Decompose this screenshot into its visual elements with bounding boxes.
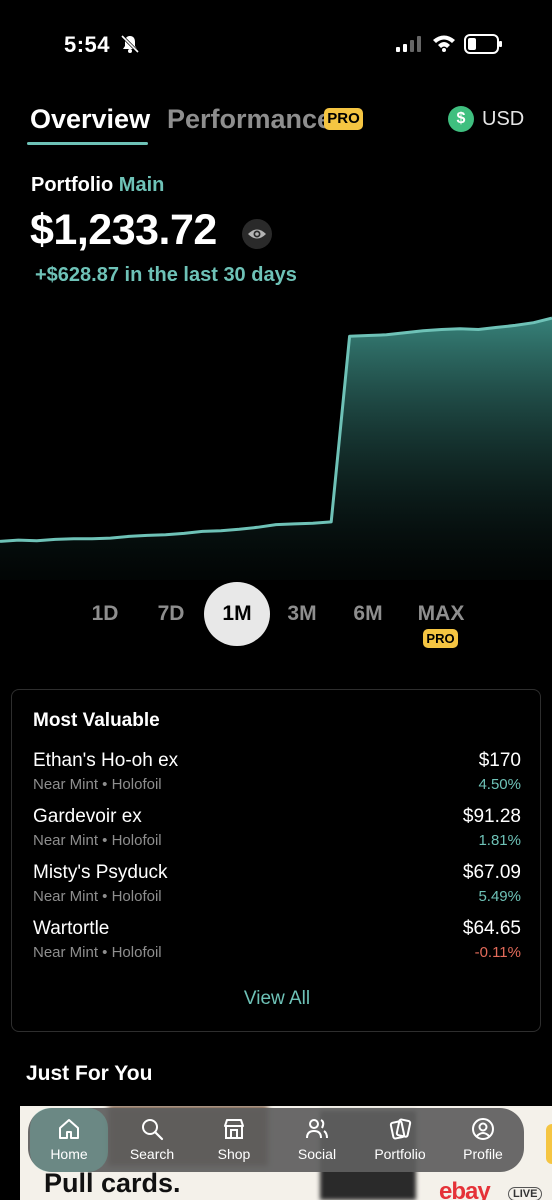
nav-home-label: Home [50,1146,88,1162]
bell-slash-icon [120,34,140,54]
portfolio-label: Portfolio [31,174,114,196]
pro-badge-max: PRO [423,629,458,648]
chart-area [0,318,552,580]
card-condition: Near Mint • Holofoil [33,888,162,905]
view-all-link[interactable]: View All [12,988,542,1010]
nav-shop-label: Shop [217,1146,251,1162]
portfolio-change: +$628.87 in the last 30 days [35,264,297,286]
nav-social[interactable]: Social [278,1108,356,1172]
list-item[interactable]: Wartortle Near Mint • Holofoil $64.65 -0… [12,918,542,972]
card-price: $170 [478,750,521,771]
portfolio-value: $1,233.72 [30,206,217,254]
card-condition: Near Mint • Holofoil [33,944,162,961]
card-name: Ethan's Ho-oh ex [33,750,179,771]
range-1m-button[interactable]: 1M [204,582,270,646]
list-item[interactable]: Gardevoir ex Near Mint • Holofoil $91.28… [12,806,542,860]
currency-selector[interactable]: USD [482,108,524,131]
nav-profile-label: Profile [463,1146,503,1162]
card-change: 5.49% [478,888,521,905]
card-name: Misty's Psyduck [33,862,168,883]
nav-social-label: Social [297,1146,337,1162]
nav-shop[interactable]: Shop [195,1108,273,1172]
hide-value-button[interactable] [242,219,272,249]
live-badge: LIVE [508,1187,543,1200]
portfolio-name: Main [118,174,165,196]
range-7d-button[interactable]: 7D [150,582,192,646]
nav-profile[interactable]: Profile [444,1108,522,1172]
promo-text: Pull cards. [44,1168,181,1198]
list-item[interactable]: Misty's Psyduck Near Mint • Holofoil $67… [12,862,542,916]
nav-search-label: Search [129,1146,175,1162]
range-6m-button[interactable]: 6M [346,582,390,646]
most-valuable-card: Most Valuable Ethan's Ho-oh ex Near Mint… [11,689,541,1032]
portfolio-selector[interactable]: Portfolio Main [31,174,164,197]
pro-badge: PRO [324,108,363,130]
list-item[interactable]: Ethan's Ho-oh ex Near Mint • Holofoil $1… [12,750,542,804]
battery-icon [464,34,502,54]
profile-icon [472,1118,494,1140]
card-change: -0.11% [474,944,521,961]
search-icon [142,1119,164,1141]
nav-search[interactable]: Search [113,1108,191,1172]
card-name: Wartortle [33,918,110,939]
nav-portfolio[interactable]: Portfolio [361,1108,439,1172]
most-valuable-title: Most Valuable [33,710,160,731]
dollar-icon[interactable]: $ [448,106,474,132]
range-1d-button[interactable]: 1D [84,582,126,646]
range-3m-button[interactable]: 3M [280,582,324,646]
just-for-you-title: Just For You [26,1062,153,1085]
status-time: 5:54 [64,32,111,57]
store-icon [224,1119,244,1139]
card-price: $91.28 [462,806,521,827]
wifi-icon [433,35,455,52]
tab-overview-indicator [27,142,148,145]
tab-performance[interactable]: Performance [167,104,332,135]
nav-portfolio-label: Portfolio [374,1146,426,1162]
eye-icon [248,229,266,239]
signal-icon [396,36,421,52]
card-price: $67.09 [462,862,521,883]
portfolio-chart[interactable] [0,300,552,580]
home-icon [59,1119,79,1139]
promo-accent [546,1124,552,1164]
cards-icon [389,1118,412,1140]
card-name: Gardevoir ex [33,806,142,827]
card-change: 4.50% [478,776,521,793]
ebay-logo: ebay [439,1178,491,1200]
bottom-nav: Home Search Shop Social Portfolio Profil… [28,1108,524,1172]
card-change: 1.81% [478,832,521,849]
status-bar: 5:54 [0,0,552,90]
card-condition: Near Mint • Holofoil [33,776,162,793]
users-icon [306,1119,328,1139]
card-condition: Near Mint • Holofoil [33,832,162,849]
card-price: $64.65 [462,918,521,939]
tab-overview[interactable]: Overview [30,104,150,135]
nav-home[interactable]: Home [30,1108,108,1172]
